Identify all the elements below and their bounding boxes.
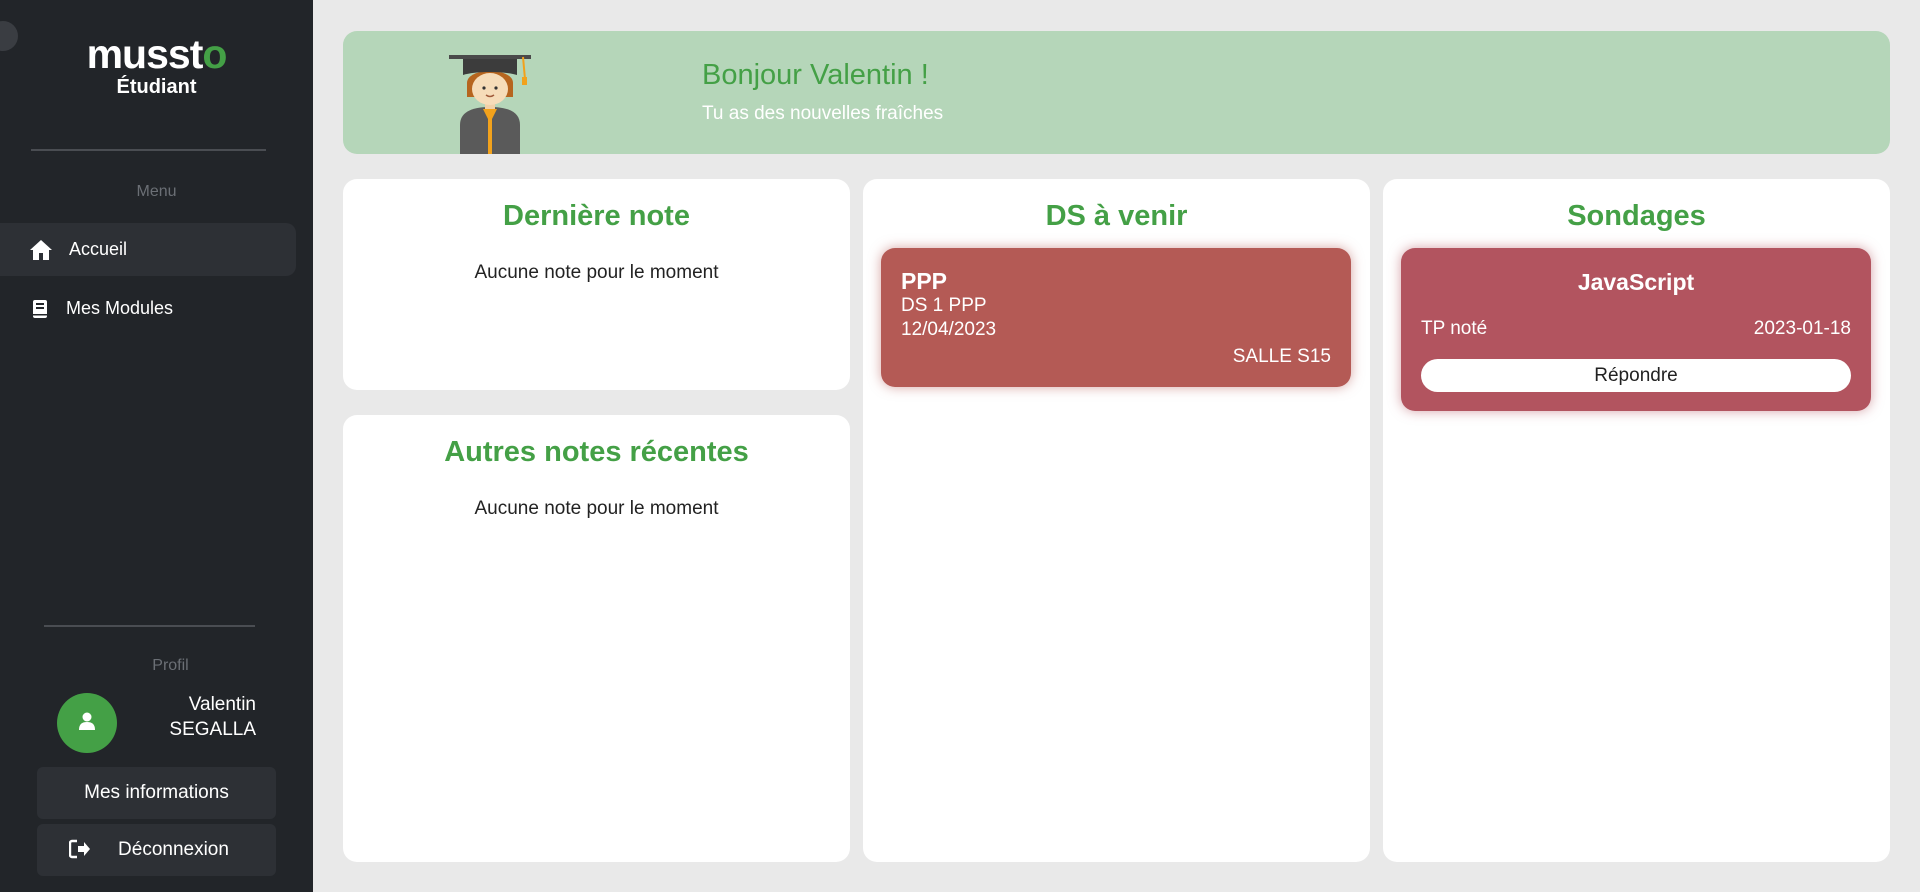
other-grades-empty-message: Aucune note pour le moment [474,498,719,519]
ds-item[interactable]: PPP DS 1 PPP 12/04/2023 SALLE S15 [881,248,1351,387]
other-grades-card: Autres notes récentes Aucune note pour l… [343,415,850,862]
user-last-name: SEGALLA [169,719,256,740]
polls-card: Sondages JavaScript TP noté 2023-01-18 R… [1383,179,1890,862]
ds-room: SALLE S15 [1232,346,1331,367]
upcoming-ds-title: DS à venir [1045,200,1188,232]
other-grades-title: Autres notes récentes [444,436,749,468]
last-grade-card: Dernière note Aucune note pour le moment [343,179,850,390]
logout-label: Déconnexion [118,839,229,860]
book-icon [30,296,50,322]
banner-subtitle: Tu as des nouvelles fraîches [702,103,944,124]
ds-subject: PPP [901,268,948,294]
poll-item: JavaScript TP noté 2023-01-18 Répondre [1401,248,1871,411]
brand-name: mussto [86,31,228,77]
brand-role: Étudiant [116,76,197,98]
user-first-name: Valentin [188,694,256,715]
my-information-button[interactable]: Mes informations [37,767,276,819]
logout-button[interactable]: Déconnexion [37,824,276,876]
last-grade-title: Dernière note [503,200,690,232]
user-icon [78,711,96,736]
poll-answer-label: Répondre [1594,364,1678,386]
sidebar-divider-bottom [44,625,255,627]
avatar [57,693,117,753]
sidebar-item-label: Mes Modules [66,298,174,318]
poll-type: TP noté [1421,318,1488,339]
brand-logo: mussto Étudiant [0,28,313,98]
sidebar-item-accueil[interactable]: Accueil [0,223,296,276]
logout-icon [68,839,91,865]
user-name: Valentin SEGALLA [130,692,256,742]
last-grade-empty-message: Aucune note pour le moment [474,262,719,283]
sidebar-divider-top [31,149,266,151]
my-information-label: Mes informations [84,782,229,803]
upcoming-ds-card: DS à venir PPP DS 1 PPP 12/04/2023 SALLE… [863,179,1370,862]
brand-name-accent: o [202,31,227,77]
menu-section-label: Menu [136,183,177,200]
welcome-banner: Bonjour Valentin ! Tu as des nouvelles f… [343,31,1890,154]
ds-name: DS 1 PPP [901,295,987,316]
poll-title: JavaScript [1577,269,1695,295]
polls-title: Sondages [1567,200,1706,232]
poll-date: 2023-01-18 [1753,318,1851,339]
home-icon [28,237,54,263]
sidebar: mussto Étudiant Menu Accueil Mes Modules… [0,0,313,892]
poll-answer-button[interactable]: Répondre [1421,359,1851,392]
profile-section-label: Profil [152,657,189,674]
ds-date: 12/04/2023 [901,319,997,340]
banner-greeting: Bonjour Valentin ! [702,59,929,91]
sidebar-item-mes-modules[interactable]: Mes Modules [0,282,296,335]
graduate-illustration [445,53,535,154]
sidebar-item-label: Accueil [69,239,128,259]
